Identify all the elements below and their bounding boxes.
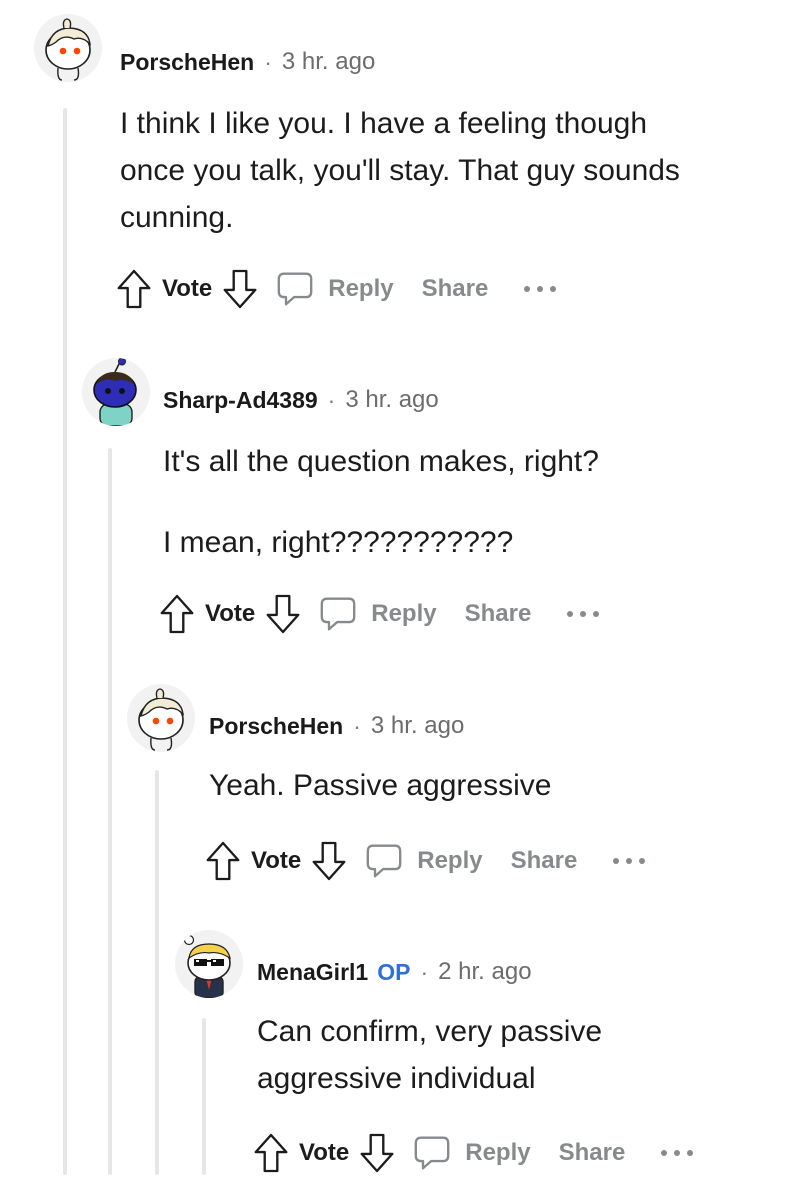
more-dots-icon[interactable] bbox=[565, 609, 601, 619]
comment-meta: MenaGirl1 OP · 2 hr. ago bbox=[257, 952, 532, 992]
arrow-up-icon[interactable] bbox=[159, 593, 195, 635]
vote-count: Vote bbox=[299, 1139, 350, 1166]
reply-button[interactable]: Reply bbox=[365, 843, 483, 879]
thread-line[interactable] bbox=[155, 770, 159, 1175]
comment-body: I think I like you. I have a feeling tho… bbox=[120, 100, 680, 241]
comment-text-line: once you talk, you'll stay. That guy sou… bbox=[120, 154, 680, 187]
reply-label: Reply bbox=[417, 847, 483, 874]
comment-meta: PorscheHen · 3 hr. ago bbox=[209, 706, 464, 746]
reply-label: Reply bbox=[328, 275, 394, 302]
reply-label: Reply bbox=[371, 600, 437, 627]
arrow-up-icon[interactable] bbox=[116, 268, 152, 310]
speech-bubble-icon bbox=[276, 271, 314, 307]
user-avatar-icon bbox=[175, 930, 243, 998]
comment-body: Can confirm, very passive aggressive ind… bbox=[257, 1008, 602, 1102]
separator: · bbox=[420, 958, 429, 985]
avatar[interactable] bbox=[175, 930, 243, 998]
comment-actions: Vote Reply Share bbox=[159, 589, 601, 639]
comment-text-line: Can confirm, very passive bbox=[257, 1015, 603, 1048]
comment-meta: Sharp-Ad4389 · 3 hr. ago bbox=[163, 380, 439, 420]
comment-text-line: Yeah. Passive aggressive bbox=[209, 769, 552, 802]
comment-actions: Vote Reply Share bbox=[116, 264, 558, 314]
share-button[interactable]: Share bbox=[422, 275, 489, 303]
arrow-down-icon[interactable] bbox=[265, 593, 301, 635]
comment-text-line: I mean, right??????????? bbox=[163, 526, 514, 559]
more-dots-icon[interactable] bbox=[611, 856, 647, 866]
share-button[interactable]: Share bbox=[465, 600, 532, 628]
separator: · bbox=[327, 386, 336, 413]
speech-bubble-icon bbox=[365, 843, 403, 879]
arrow-up-icon[interactable] bbox=[253, 1132, 289, 1174]
avatar[interactable] bbox=[34, 14, 102, 82]
timestamp[interactable]: 3 hr. ago bbox=[345, 386, 438, 414]
thread-line[interactable] bbox=[63, 108, 67, 1175]
reply-label: Reply bbox=[465, 1139, 531, 1166]
comment-body: It's all the question makes, right? I me… bbox=[163, 438, 599, 566]
arrow-down-icon[interactable] bbox=[359, 1132, 395, 1174]
comment-body: Yeah. Passive aggressive bbox=[209, 762, 551, 809]
comment-text-line: cunning. bbox=[120, 201, 234, 234]
separator: · bbox=[264, 48, 272, 75]
reply-button[interactable]: Reply bbox=[413, 1135, 531, 1171]
thread-line[interactable] bbox=[108, 448, 112, 1175]
timestamp[interactable]: 2 hr. ago bbox=[438, 958, 531, 986]
share-button[interactable]: Share bbox=[511, 847, 578, 875]
timestamp[interactable]: 3 hr. ago bbox=[282, 48, 375, 76]
comment-actions: Vote Reply Share bbox=[253, 1128, 695, 1178]
arrow-down-icon[interactable] bbox=[222, 268, 258, 310]
comment-text-line: It's all the question makes, right? bbox=[163, 445, 599, 478]
user-avatar-icon bbox=[34, 14, 102, 82]
speech-bubble-icon bbox=[319, 596, 357, 632]
share-button[interactable]: Share bbox=[559, 1139, 626, 1167]
comment-text-line: I think I like you. I have a feeling tho… bbox=[120, 107, 648, 140]
more-dots-icon[interactable] bbox=[522, 284, 558, 294]
arrow-down-icon[interactable] bbox=[311, 840, 347, 882]
username[interactable]: MenaGirl1 bbox=[257, 959, 368, 986]
reply-button[interactable]: Reply bbox=[276, 271, 394, 307]
separator: · bbox=[353, 712, 361, 739]
timestamp[interactable]: 3 hr. ago bbox=[371, 712, 464, 740]
user-avatar-icon bbox=[127, 684, 195, 752]
comment-actions: Vote Reply Share bbox=[205, 836, 647, 886]
avatar[interactable] bbox=[82, 358, 150, 426]
vote-count: Vote bbox=[162, 275, 213, 302]
username[interactable]: PorscheHen bbox=[209, 713, 343, 740]
user-avatar-icon bbox=[82, 358, 150, 426]
more-dots-icon[interactable] bbox=[659, 1148, 695, 1158]
avatar[interactable] bbox=[127, 684, 195, 752]
reply-button[interactable]: Reply bbox=[319, 596, 437, 632]
username[interactable]: Sharp-Ad4389 bbox=[163, 387, 318, 414]
thread-line[interactable] bbox=[202, 1018, 206, 1175]
speech-bubble-icon bbox=[413, 1135, 451, 1171]
arrow-up-icon[interactable] bbox=[205, 840, 241, 882]
comment-meta: PorscheHen · 3 hr. ago bbox=[120, 42, 375, 82]
comment-text-line: aggressive individual bbox=[257, 1062, 536, 1095]
username[interactable]: PorscheHen bbox=[120, 49, 254, 76]
vote-count: Vote bbox=[251, 847, 302, 874]
vote-count: Vote bbox=[205, 600, 256, 627]
op-badge: OP bbox=[377, 958, 411, 985]
